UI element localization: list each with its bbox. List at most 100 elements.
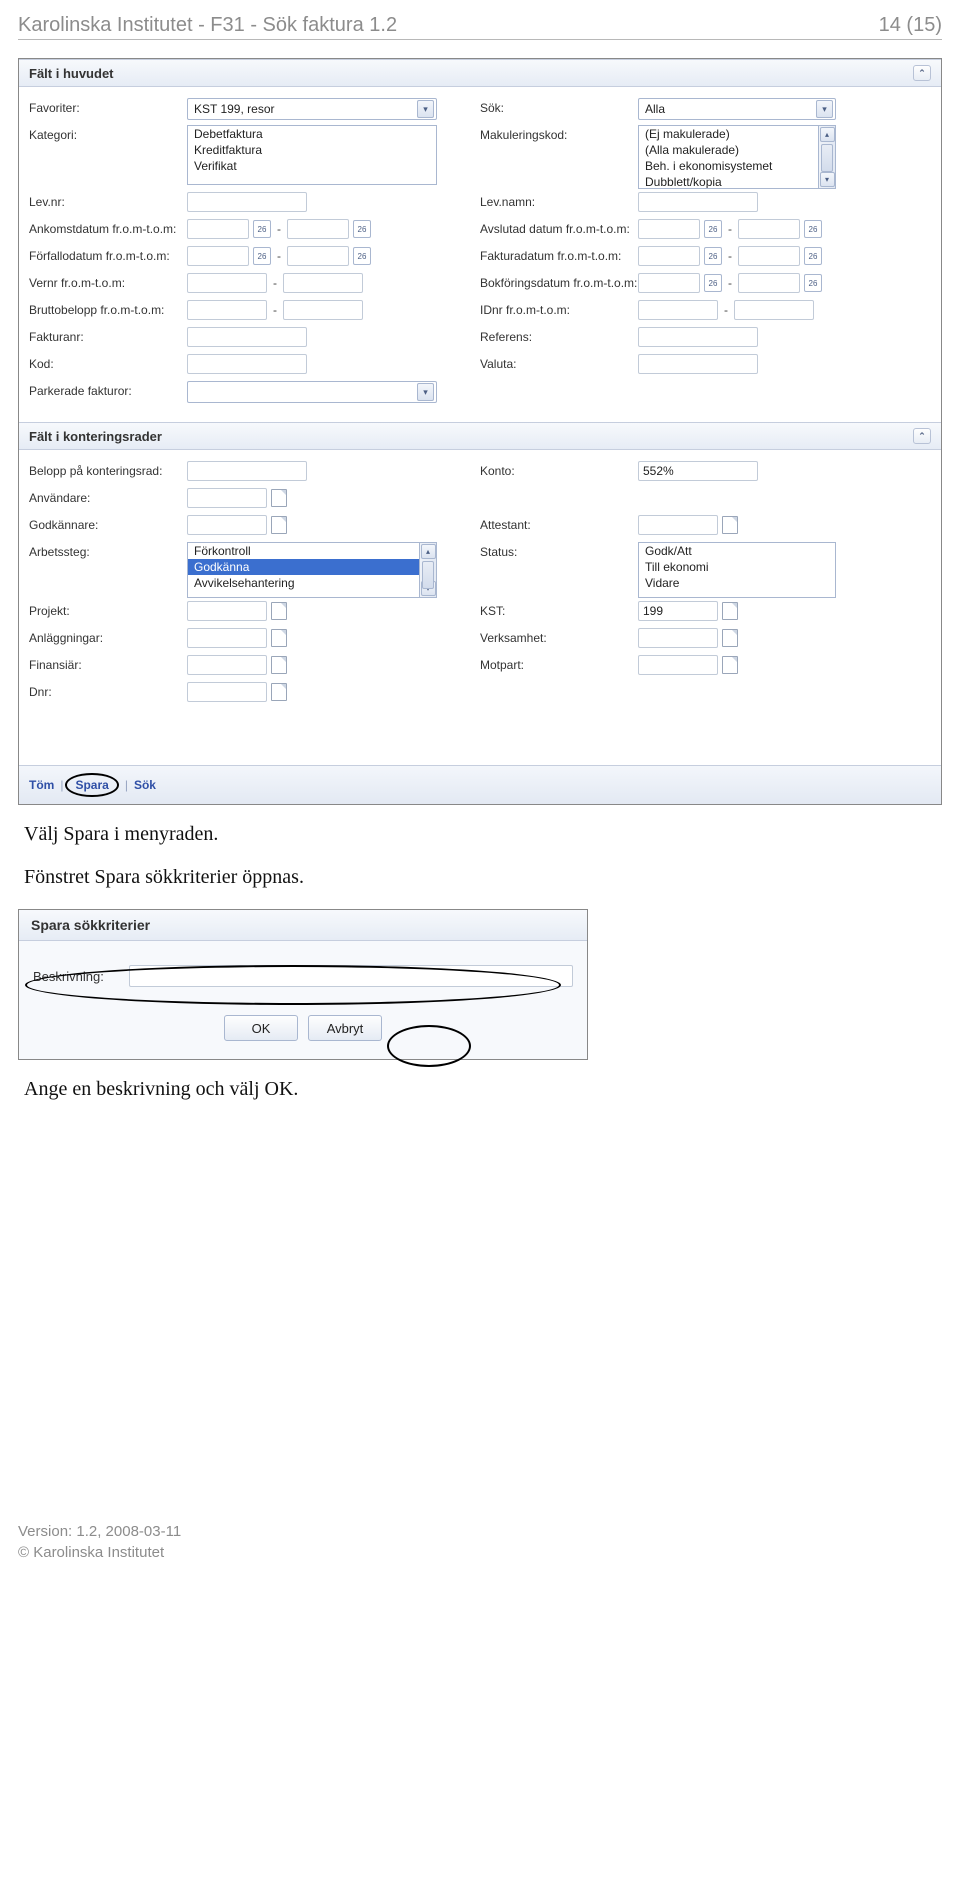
- lookup-icon[interactable]: [271, 683, 287, 701]
- label-belopprad: Belopp på konteringsrad:: [29, 461, 187, 478]
- list-item-selected[interactable]: Godkänna: [188, 559, 419, 575]
- lookup-icon[interactable]: [271, 656, 287, 674]
- finansiar-input[interactable]: [187, 655, 267, 675]
- levnr-input[interactable]: [187, 192, 307, 212]
- godkannare-input[interactable]: [187, 515, 267, 535]
- scroll-thumb[interactable]: [821, 144, 833, 172]
- avslutad-to-input[interactable]: [738, 219, 800, 239]
- lookup-icon[interactable]: [271, 602, 287, 620]
- kategori-listbox[interactable]: Debetfaktura Kreditfaktura Verifikat: [187, 125, 437, 185]
- dropdown-icon[interactable]: ▾: [417, 100, 434, 118]
- calendar-icon[interactable]: [353, 247, 371, 265]
- levnamn-input[interactable]: [638, 192, 758, 212]
- calendar-icon[interactable]: [804, 220, 822, 238]
- belopprad-input[interactable]: [187, 461, 307, 481]
- referens-input[interactable]: [638, 327, 758, 347]
- forfall-from-input[interactable]: [187, 246, 249, 266]
- ankomst-to-input[interactable]: [287, 219, 349, 239]
- spara-link[interactable]: Spara: [75, 778, 108, 792]
- projekt-input[interactable]: [187, 601, 267, 621]
- lookup-icon[interactable]: [722, 629, 738, 647]
- forfall-to-input[interactable]: [287, 246, 349, 266]
- list-item[interactable]: Till ekonomi: [639, 559, 835, 575]
- dnr-input[interactable]: [187, 682, 267, 702]
- list-item[interactable]: Kreditfaktura: [188, 142, 436, 158]
- scroll-thumb[interactable]: [422, 561, 434, 589]
- list-item[interactable]: Vidare: [639, 575, 835, 591]
- dropdown-icon[interactable]: ▾: [816, 100, 833, 118]
- anlaggningar-input[interactable]: [187, 628, 267, 648]
- ankomst-from-input[interactable]: [187, 219, 249, 239]
- lookup-icon[interactable]: [722, 602, 738, 620]
- parkerade-select[interactable]: ▾: [187, 381, 437, 403]
- list-item[interactable]: (Ej makulerade): [639, 126, 818, 142]
- konto-input[interactable]: [638, 461, 758, 481]
- calendar-icon[interactable]: [804, 247, 822, 265]
- calendar-icon[interactable]: [704, 220, 722, 238]
- label-konto: Konto:: [480, 461, 638, 478]
- instruction-text: Välj Spara i menyraden.: [24, 823, 936, 846]
- list-item[interactable]: Dubblett/kopia: [639, 174, 818, 189]
- scrollbar[interactable]: ▴ ▾: [818, 126, 835, 188]
- valuta-input[interactable]: [638, 354, 758, 374]
- faktura-to-input[interactable]: [738, 246, 800, 266]
- dropdown-icon[interactable]: ▾: [417, 383, 434, 401]
- list-item[interactable]: Avvikelsehantering: [188, 575, 419, 591]
- bokfor-to-input[interactable]: [738, 273, 800, 293]
- list-item[interactable]: Beh. i ekonomisystemet: [639, 158, 818, 174]
- kod-input[interactable]: [187, 354, 307, 374]
- scroll-up-icon[interactable]: ▴: [820, 127, 835, 142]
- calendar-icon[interactable]: [704, 274, 722, 292]
- list-item[interactable]: Debetfaktura: [188, 126, 436, 142]
- tom-link[interactable]: Töm: [29, 778, 54, 792]
- sok-link[interactable]: Sök: [134, 778, 156, 792]
- brutto-from-input[interactable]: [187, 300, 267, 320]
- label-anvandare: Användare:: [29, 488, 187, 505]
- makuleringskod-listbox[interactable]: (Ej makulerade) (Alla makulerade) Beh. i…: [638, 125, 836, 189]
- panel-huvudet: Favoriter: KST 199, resor ▾ Sök: Alla ▾: [19, 87, 941, 422]
- brutto-to-input[interactable]: [283, 300, 363, 320]
- scroll-up-icon[interactable]: ▴: [421, 544, 436, 559]
- anvandare-input[interactable]: [187, 488, 267, 508]
- lookup-icon[interactable]: [271, 489, 287, 507]
- favoriter-select[interactable]: KST 199, resor ▾: [187, 98, 437, 120]
- scrollbar[interactable]: ▴ ▾: [419, 543, 436, 597]
- list-item[interactable]: (Alla makulerade): [639, 142, 818, 158]
- idnr-from-input[interactable]: [638, 300, 718, 320]
- beskrivning-input[interactable]: [129, 965, 573, 987]
- calendar-icon[interactable]: [353, 220, 371, 238]
- fakturanr-input[interactable]: [187, 327, 307, 347]
- avslutad-from-input[interactable]: [638, 219, 700, 239]
- list-item[interactable]: Förkontroll: [188, 543, 419, 559]
- faktura-from-input[interactable]: [638, 246, 700, 266]
- label-fakturadatum: Fakturadatum fr.o.m-t.o.m:: [480, 246, 638, 263]
- kst-input[interactable]: [638, 601, 718, 621]
- ok-button[interactable]: OK: [224, 1015, 298, 1041]
- calendar-icon[interactable]: [253, 220, 271, 238]
- label-finansiar: Finansiär:: [29, 655, 187, 672]
- lookup-icon[interactable]: [722, 516, 738, 534]
- calendar-icon[interactable]: [704, 247, 722, 265]
- lookup-icon[interactable]: [722, 656, 738, 674]
- collapse-icon[interactable]: ⌃: [913, 428, 931, 444]
- list-item[interactable]: Godk/Att: [639, 543, 835, 559]
- calendar-icon[interactable]: [253, 247, 271, 265]
- section1-title: Fält i huvudet: [29, 66, 114, 81]
- status-listbox[interactable]: Godk/Att Till ekonomi Vidare: [638, 542, 836, 598]
- attestant-input[interactable]: [638, 515, 718, 535]
- idnr-to-input[interactable]: [734, 300, 814, 320]
- arbetssteg-listbox[interactable]: Förkontroll Godkänna Avvikelsehantering …: [187, 542, 437, 598]
- verksamhet-input[interactable]: [638, 628, 718, 648]
- calendar-icon[interactable]: [804, 274, 822, 292]
- list-item[interactable]: Verifikat: [188, 158, 436, 174]
- lookup-icon[interactable]: [271, 516, 287, 534]
- collapse-icon[interactable]: ⌃: [913, 65, 931, 81]
- avbryt-button[interactable]: Avbryt: [308, 1015, 382, 1041]
- vernr-from-input[interactable]: [187, 273, 267, 293]
- bokfor-from-input[interactable]: [638, 273, 700, 293]
- vernr-to-input[interactable]: [283, 273, 363, 293]
- motpart-input[interactable]: [638, 655, 718, 675]
- lookup-icon[interactable]: [271, 629, 287, 647]
- scroll-down-icon[interactable]: ▾: [820, 172, 835, 187]
- sok-select[interactable]: Alla ▾: [638, 98, 836, 120]
